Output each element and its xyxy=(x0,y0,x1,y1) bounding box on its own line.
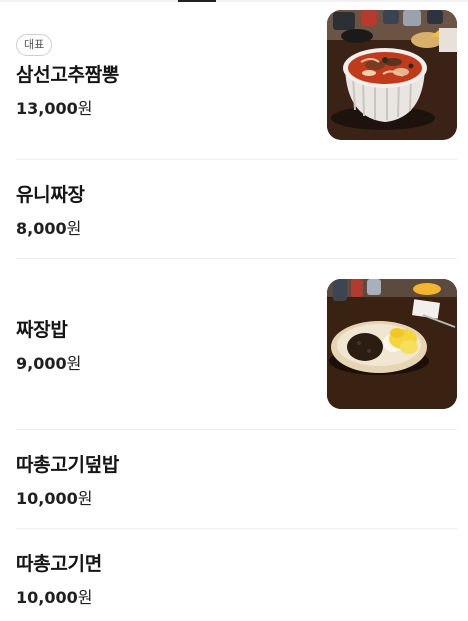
menu-item-price: 8,000원 xyxy=(16,215,85,239)
menu-item-info: 따총고기면 10,000원 xyxy=(16,549,102,608)
price-currency: 원 xyxy=(66,219,82,238)
menu-item-name: 짜장밥 xyxy=(16,319,68,341)
price-currency: 원 xyxy=(77,99,93,118)
menu-item-info: 대표 삼선고추짬뽕 13,000원 xyxy=(16,33,119,119)
jjajangbap-photo-icon[interactable] xyxy=(327,279,457,409)
signature-badge: 대표 xyxy=(16,34,53,56)
menu-item-name: 따총고기면 xyxy=(16,553,102,575)
menu-item[interactable]: 유니짜장 8,000원 xyxy=(16,160,457,259)
menu-item-price: 10,000원 xyxy=(16,485,119,509)
price-value: 9,000 xyxy=(16,354,67,373)
menu-item[interactable]: 따총고기면 10,000원 xyxy=(16,529,457,619)
price-currency: 원 xyxy=(77,489,93,508)
menu-list: 대표 삼선고추짬뽕 13,000원 유니짜장 8,000원 짜장밥 9,000원… xyxy=(16,0,457,619)
menu-item-price: 9,000원 xyxy=(16,350,81,374)
price-currency: 원 xyxy=(66,354,82,373)
menu-item[interactable]: 따총고기덮밥 10,000원 xyxy=(16,430,457,529)
menu-item-price: 10,000원 xyxy=(16,584,102,608)
menu-item-name: 삼선고추짬뽕 xyxy=(16,64,120,86)
menu-item-info: 짜장밥 9,000원 xyxy=(16,315,81,374)
price-currency: 원 xyxy=(77,588,93,607)
menu-item[interactable]: 대표 삼선고추짬뽕 13,000원 xyxy=(16,0,457,160)
menu-item-info: 따총고기덮밥 10,000원 xyxy=(16,450,119,509)
menu-item-name: 따총고기덮밥 xyxy=(16,454,120,476)
price-value: 13,000 xyxy=(16,99,78,118)
menu-item[interactable]: 짜장밥 9,000원 xyxy=(16,259,457,430)
menu-item-info: 유니짜장 8,000원 xyxy=(16,180,85,239)
price-value: 10,000 xyxy=(16,588,78,607)
jjamppong-photo-icon[interactable] xyxy=(327,10,457,140)
price-value: 8,000 xyxy=(16,219,67,238)
menu-item-name: 유니짜장 xyxy=(16,184,85,206)
price-value: 10,000 xyxy=(16,489,78,508)
menu-item-price: 13,000원 xyxy=(16,95,119,119)
